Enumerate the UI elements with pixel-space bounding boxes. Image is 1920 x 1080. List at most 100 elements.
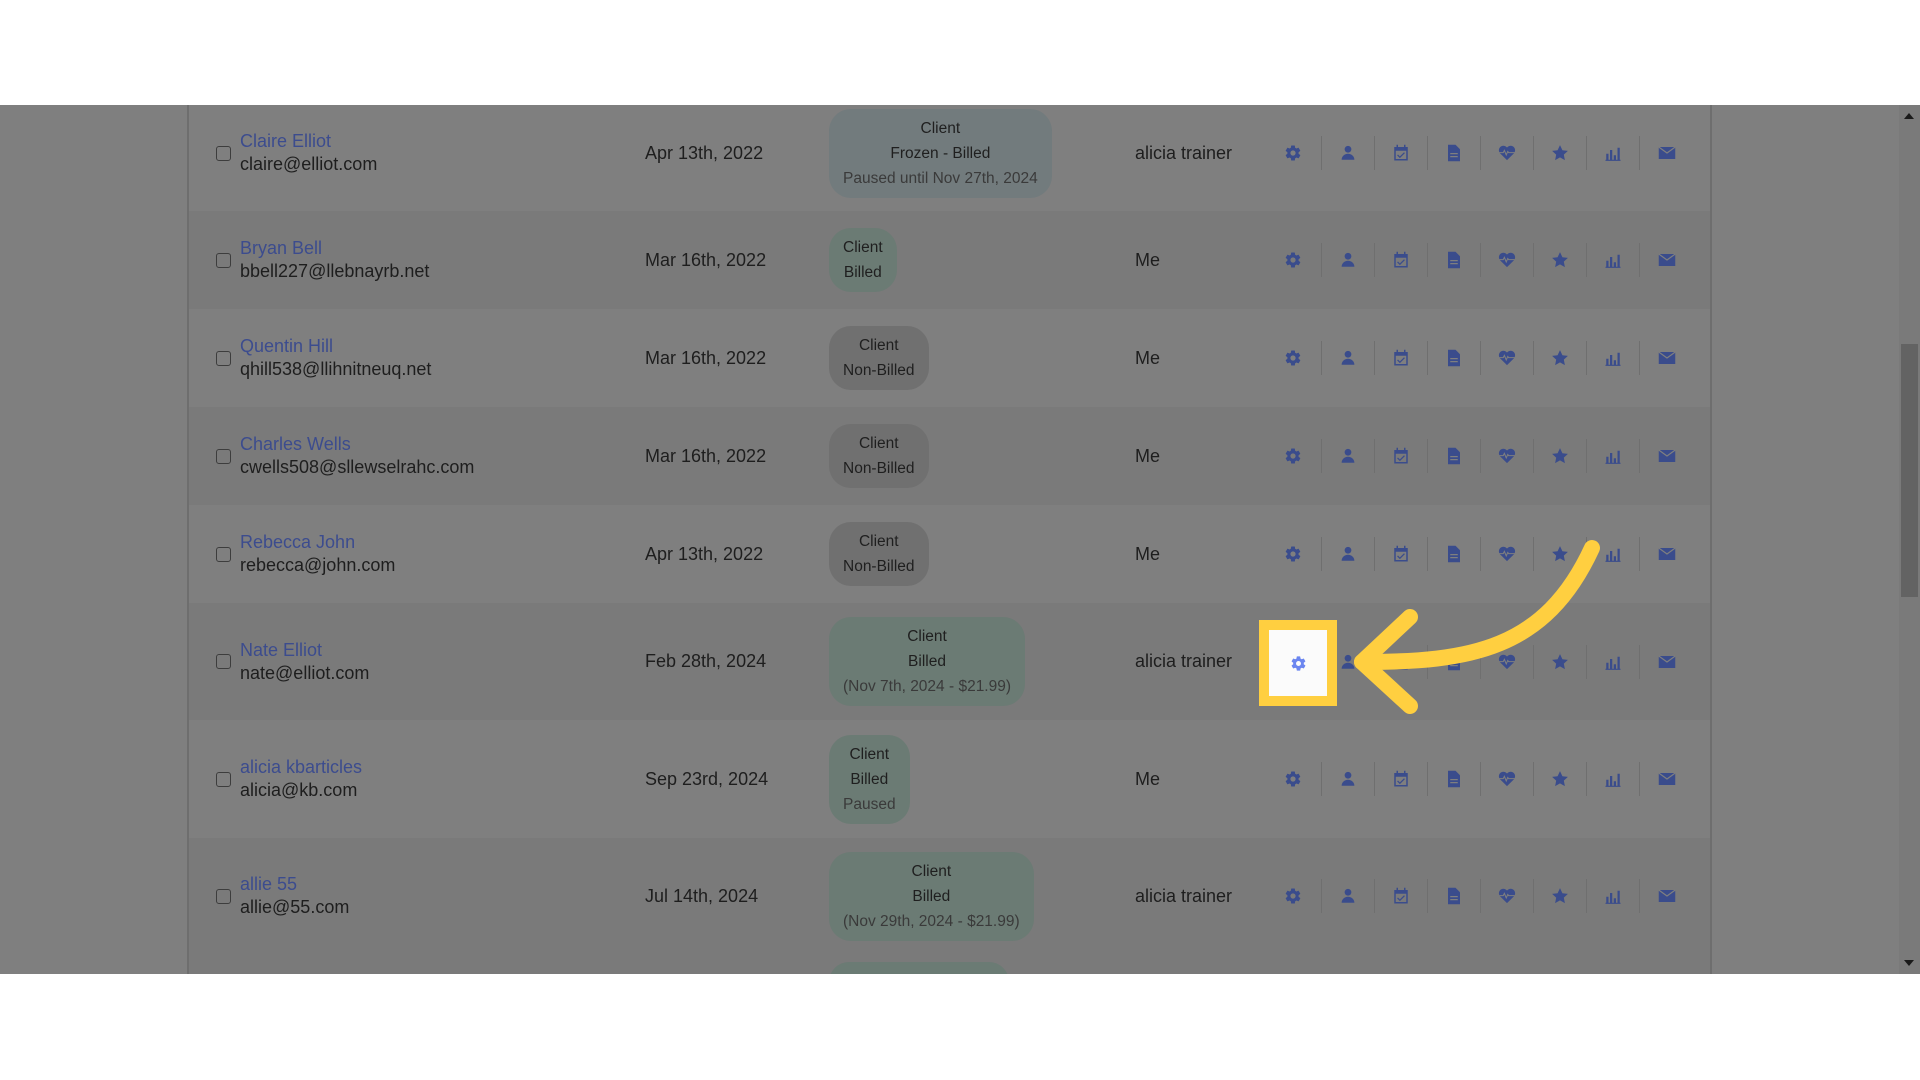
file-button[interactable] xyxy=(1428,644,1481,679)
row-select-checkbox[interactable] xyxy=(216,448,231,464)
star-button[interactable] xyxy=(1534,136,1587,170)
bar-chart-button[interactable] xyxy=(1587,879,1640,913)
star-button[interactable] xyxy=(1534,341,1587,375)
star-button[interactable] xyxy=(1534,879,1587,913)
calendar-check-button[interactable] xyxy=(1375,439,1428,473)
heartbeat-icon xyxy=(1498,350,1516,366)
envelope-button[interactable] xyxy=(1640,439,1693,473)
bar-chart-icon xyxy=(1605,548,1621,562)
scroll-up-arrow-icon[interactable] xyxy=(1904,113,1914,119)
user-icon xyxy=(1341,771,1355,786)
gear-icon xyxy=(1285,145,1300,161)
row-select-checkbox[interactable] xyxy=(216,350,231,366)
scroll-down-arrow-icon[interactable] xyxy=(1904,960,1914,966)
client-name-link[interactable]: allie 55 xyxy=(240,873,349,896)
star-button[interactable] xyxy=(1534,644,1587,679)
row-select-checkbox[interactable] xyxy=(216,546,231,562)
envelope-button[interactable] xyxy=(1640,645,1693,679)
client-name-link[interactable]: Nate Elliot xyxy=(240,639,369,662)
row-select-checkbox[interactable] xyxy=(216,252,231,268)
row-select-checkbox[interactable] xyxy=(216,654,231,669)
client-trainer: Me xyxy=(1135,445,1161,466)
bar-chart-button[interactable] xyxy=(1587,136,1640,170)
client-name-link[interactable]: Quentin Hill xyxy=(240,335,431,358)
file-button[interactable] xyxy=(1428,136,1481,170)
client-trainer: alicia trainer xyxy=(1135,142,1233,163)
badge-line-1: Client xyxy=(858,435,899,452)
heartbeat-button[interactable] xyxy=(1481,136,1534,170)
star-button[interactable] xyxy=(1534,439,1587,473)
star-button[interactable] xyxy=(1534,243,1587,277)
calendar-check-button[interactable] xyxy=(1375,762,1428,796)
bar-chart-button[interactable] xyxy=(1587,341,1640,375)
heartbeat-button[interactable] xyxy=(1481,762,1534,796)
vertical-scrollbar[interactable] xyxy=(1899,105,1920,974)
heartbeat-button[interactable] xyxy=(1481,879,1534,913)
envelope-button[interactable] xyxy=(1640,762,1693,796)
calendar-check-button[interactable] xyxy=(1375,644,1428,679)
envelope-icon xyxy=(1657,547,1676,560)
file-icon xyxy=(1448,447,1460,465)
calendar-check-icon xyxy=(1394,447,1408,464)
envelope-button[interactable] xyxy=(1640,341,1693,375)
scrollbar-thumb[interactable] xyxy=(1901,344,1918,597)
file-button[interactable] xyxy=(1428,439,1481,473)
user-button[interactable] xyxy=(1322,439,1375,473)
highlighted-settings-button[interactable] xyxy=(1259,620,1337,706)
bar-chart-button[interactable] xyxy=(1587,243,1640,277)
heartbeat-button[interactable] xyxy=(1481,243,1534,277)
calendar-check-button[interactable] xyxy=(1375,243,1428,277)
user-button[interactable] xyxy=(1322,762,1375,796)
user-button[interactable] xyxy=(1322,243,1375,277)
row-select-checkbox[interactable] xyxy=(216,771,231,787)
star-button[interactable] xyxy=(1534,762,1587,796)
calendar-check-button[interactable] xyxy=(1375,537,1428,571)
heartbeat-button[interactable] xyxy=(1481,439,1534,473)
calendar-check-button[interactable] xyxy=(1375,341,1428,375)
file-button[interactable] xyxy=(1428,879,1481,913)
star-button[interactable] xyxy=(1534,537,1587,571)
client-date: Sep 23rd, 2024 xyxy=(645,768,769,789)
envelope-button[interactable] xyxy=(1640,243,1693,277)
client-name-link[interactable]: Rebecca John xyxy=(240,531,395,554)
gear-button[interactable] xyxy=(1264,537,1322,571)
gear-icon xyxy=(1291,655,1305,671)
gear-button[interactable] xyxy=(1264,762,1322,796)
envelope-button[interactable] xyxy=(1640,537,1693,571)
calendar-check-button[interactable] xyxy=(1375,136,1428,170)
file-button[interactable] xyxy=(1428,341,1481,375)
user-button[interactable] xyxy=(1322,879,1375,913)
bar-chart-button[interactable] xyxy=(1587,644,1640,679)
gear-button[interactable] xyxy=(1264,341,1322,375)
heartbeat-button[interactable] xyxy=(1481,341,1534,375)
client-name-link[interactable]: Charles Wells xyxy=(240,433,474,456)
row-select-checkbox[interactable] xyxy=(216,888,231,904)
envelope-icon xyxy=(1657,772,1676,785)
heartbeat-button[interactable] xyxy=(1481,537,1534,571)
bar-chart-button[interactable] xyxy=(1587,439,1640,473)
file-button[interactable] xyxy=(1428,537,1481,571)
file-button[interactable] xyxy=(1428,762,1481,796)
gear-button[interactable] xyxy=(1264,879,1322,913)
calendar-check-button[interactable] xyxy=(1375,879,1428,913)
heartbeat-button[interactable] xyxy=(1481,644,1534,679)
client-name-cell: Quentin Hill qhill538@llihnitneuq.net xyxy=(240,335,431,381)
client-name-link[interactable]: Bryan Bell xyxy=(240,237,429,260)
gear-button[interactable] xyxy=(1264,243,1322,277)
client-name-link[interactable]: Claire Elliot xyxy=(240,130,377,153)
envelope-button[interactable] xyxy=(1640,879,1693,913)
user-button[interactable] xyxy=(1322,537,1375,571)
user-button[interactable] xyxy=(1322,136,1375,170)
client-name-link[interactable]: alicia kbarticles xyxy=(240,756,362,779)
bar-chart-button[interactable] xyxy=(1587,537,1640,571)
gear-button[interactable] xyxy=(1264,136,1322,170)
user-button[interactable] xyxy=(1322,341,1375,375)
gear-icon xyxy=(1285,350,1300,366)
badge-line-2: Non-Billed xyxy=(843,362,915,379)
bar-chart-button[interactable] xyxy=(1587,762,1640,796)
client-date: Mar 16th, 2022 xyxy=(645,347,767,368)
envelope-button[interactable] xyxy=(1640,136,1693,170)
file-button[interactable] xyxy=(1428,243,1481,277)
row-select-checkbox[interactable] xyxy=(216,145,231,161)
gear-button[interactable] xyxy=(1264,439,1322,473)
